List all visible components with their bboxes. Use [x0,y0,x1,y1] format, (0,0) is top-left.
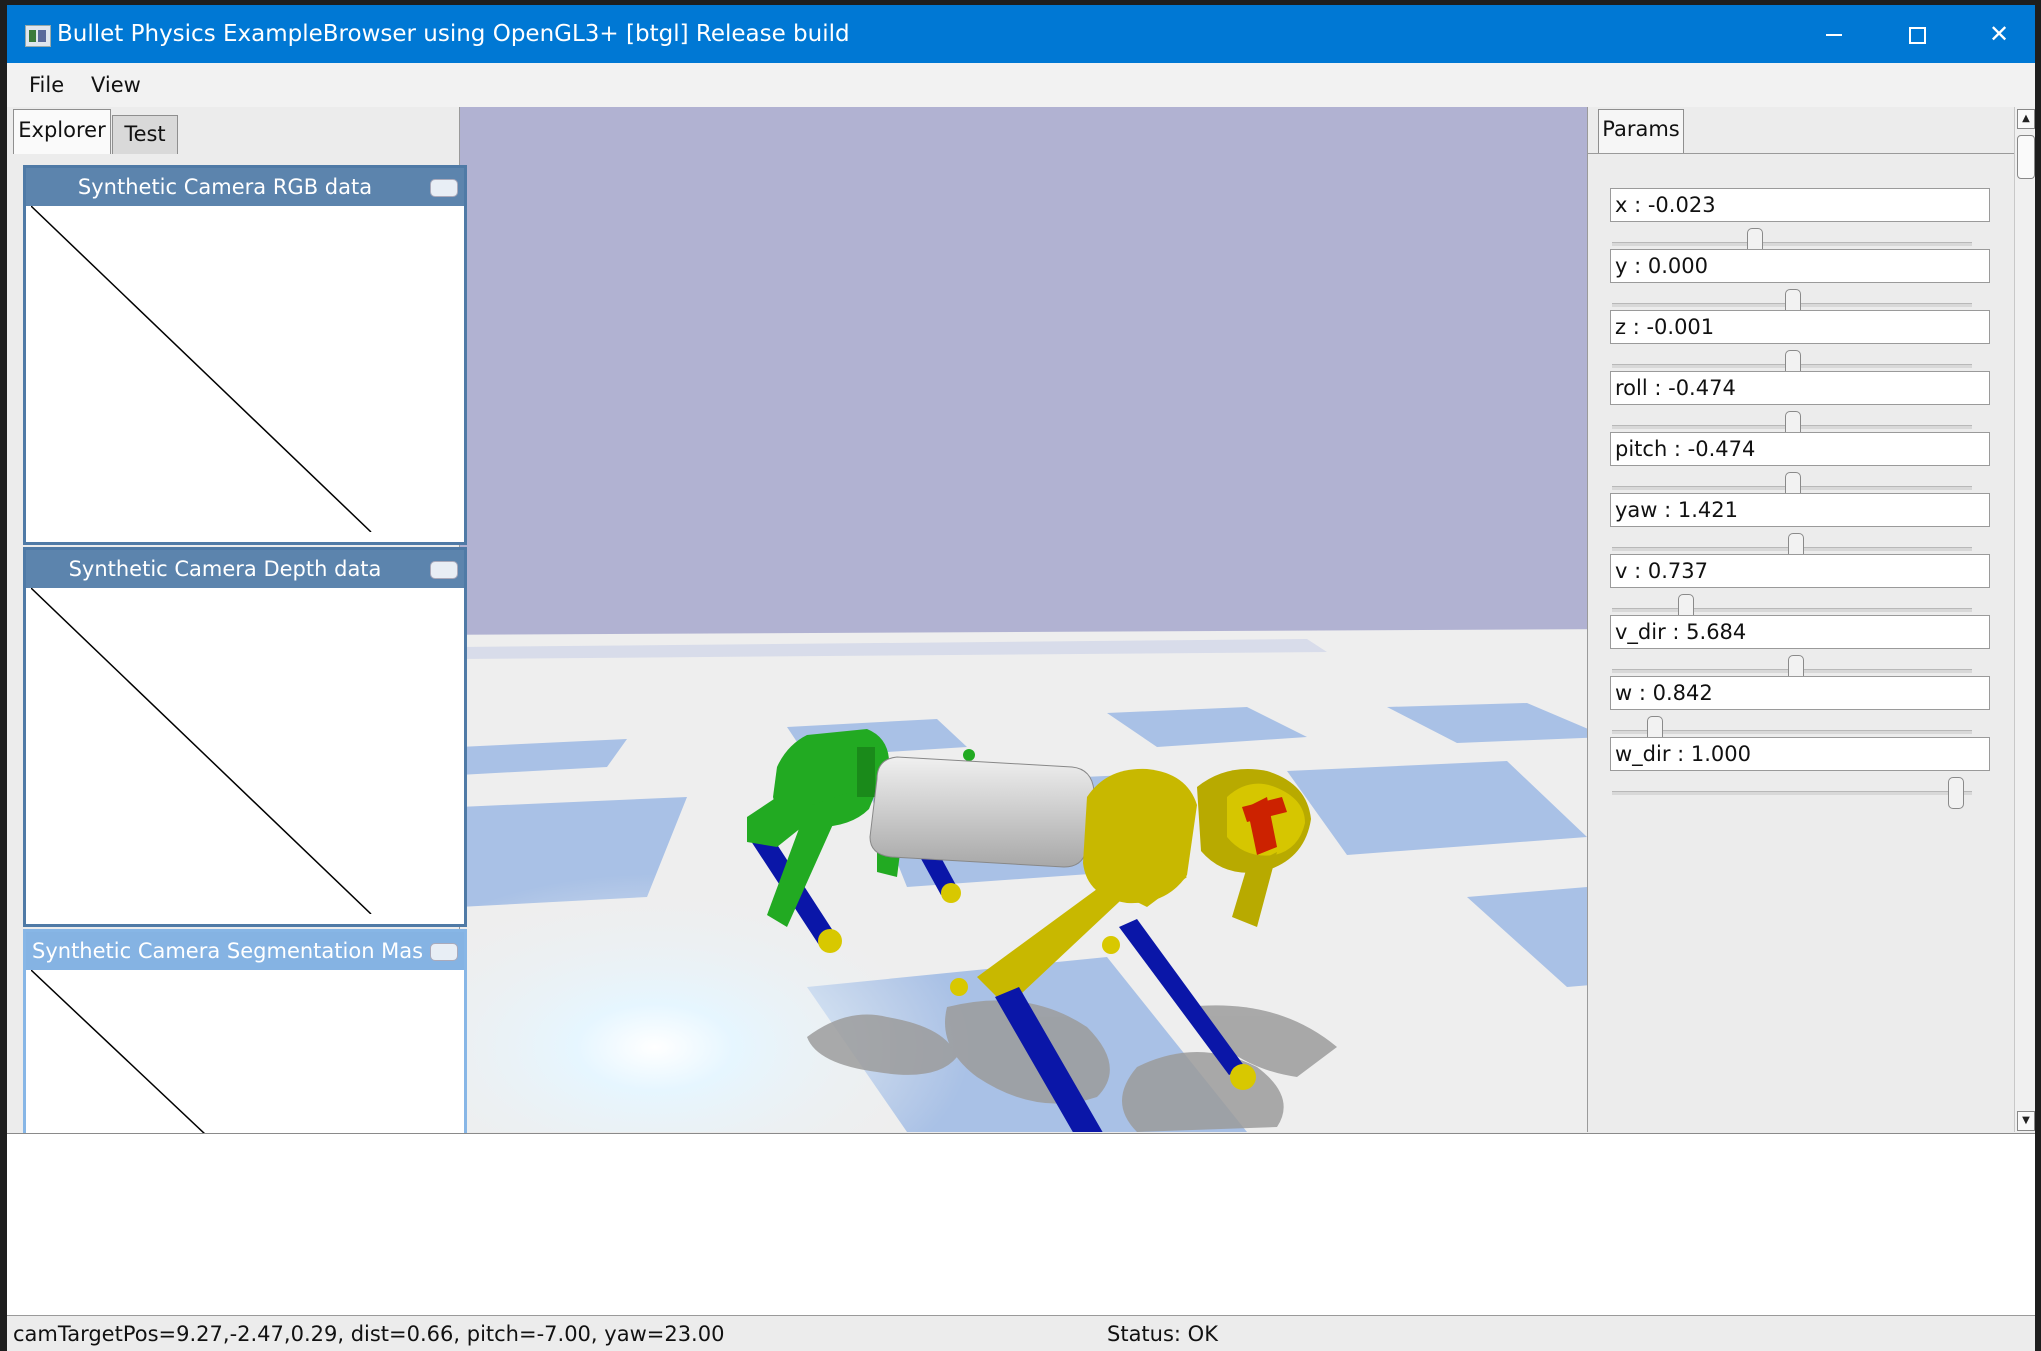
minimize-icon[interactable] [430,561,458,579]
menu-file[interactable]: File [29,73,64,97]
param-value-field[interactable]: w_dir : 1.000 [1610,737,1990,771]
camera-segmentation-title: Synthetic Camera Segmentation Mask [32,939,424,963]
maximize-button[interactable] [1877,5,1957,63]
menu-view[interactable]: View [91,73,141,97]
param-slider-track[interactable] [1612,608,1972,612]
tab-test[interactable]: Test [112,115,178,154]
scroll-up-arrow-icon[interactable]: ▲ [2017,109,2035,129]
console-area[interactable] [7,1133,2035,1316]
camera-rgb-window[interactable]: Synthetic Camera RGB data [23,165,467,545]
minimize-icon[interactable] [430,179,458,197]
param-value-field[interactable]: yaw : 1.421 [1610,493,1990,527]
explorer-panel: Explorer Test Synthetic Camera RGB data … [7,107,467,1313]
camera-depth-window[interactable]: Synthetic Camera Depth data [23,547,467,927]
param-value-field[interactable]: roll : -0.474 [1610,371,1990,405]
app-window: Bullet Physics ExampleBrowser using Open… [7,5,2035,1351]
camera-depth-image [31,588,459,914]
close-button[interactable]: ✕ [1959,5,2035,63]
param-slider-thumb[interactable] [1947,777,1964,809]
status-text: Status: OK [1107,1322,1218,1346]
scroll-down-arrow-icon[interactable]: ▼ [2017,1111,2035,1131]
params-list: x : -0.023 y : 0.000 z : -0.001 roll : -0.4… [1588,153,2014,1133]
status-bar: camTargetPos=9.27,-2.47,0.29, dist=0.66,… [7,1315,2035,1351]
camera-depth-header[interactable]: Synthetic Camera Depth data [26,550,464,588]
camera-segmentation-header[interactable]: Synthetic Camera Segmentation Mask [26,932,464,970]
param-slider-track[interactable] [1612,242,1972,246]
param-value-field[interactable]: w : 0.842 [1610,676,1990,710]
minimize-icon [1826,34,1842,36]
param-value-field[interactable]: y : 0.000 [1610,249,1990,283]
robot-main-body [869,756,1095,868]
tab-explorer[interactable]: Explorer [13,109,111,154]
param-slider-track[interactable] [1612,730,1972,734]
minimize-button[interactable] [1794,5,1874,63]
camera-rgb-title: Synthetic Camera RGB data [77,175,373,199]
camera-rgb-placeholder [31,206,372,532]
param-value-field[interactable]: v_dir : 5.684 [1610,615,1990,649]
scrollbar-thumb[interactable] [2017,135,2035,179]
param-value-field[interactable]: x : -0.023 [1610,188,1990,222]
param-value-field[interactable]: z : -0.001 [1610,310,1990,344]
param-row: w_dir : 1.000 [1610,737,1990,817]
camera-depth-placeholder [31,588,372,914]
menu-bar: File View [7,63,2035,107]
camera-rgb-header[interactable]: Synthetic Camera RGB data [26,168,464,206]
param-slider-track[interactable] [1612,791,1972,795]
camera-status-text: camTargetPos=9.27,-2.47,0.29, dist=0.66,… [13,1322,725,1346]
window-title: Bullet Physics ExampleBrowser using Open… [57,21,850,47]
close-icon: ✕ [1988,20,2010,48]
app-icon [25,25,51,47]
title-bar[interactable]: Bullet Physics ExampleBrowser using Open… [7,5,2035,63]
camera-depth-title: Synthetic Camera Depth data [68,557,382,581]
param-value-field[interactable]: v : 0.737 [1610,554,1990,588]
minimize-icon[interactable] [430,943,458,961]
tab-params[interactable]: Params [1598,109,1684,154]
param-value-field[interactable]: pitch : -0.474 [1610,432,1990,466]
params-scrollbar[interactable]: ▲ ▼ [2014,107,2035,1132]
camera-rgb-image [31,206,459,532]
params-panel: Params x : -0.023 y : 0.000 z : -0.001 roll… [1587,107,2014,1133]
maximize-icon [1908,26,1926,44]
